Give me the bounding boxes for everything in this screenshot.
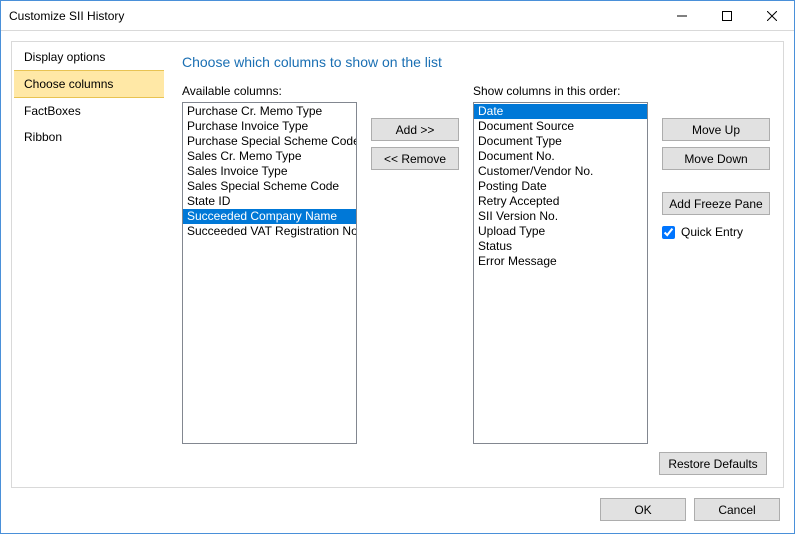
list-item[interactable]: Sales Cr. Memo Type bbox=[183, 149, 356, 164]
dialog-window: Customize SII History Display optionsCho… bbox=[0, 0, 795, 534]
ok-button[interactable]: OK bbox=[600, 498, 686, 521]
main-panel: Display optionsChoose columnsFactBoxesRi… bbox=[11, 41, 784, 488]
list-item[interactable]: Error Message bbox=[474, 254, 647, 269]
shown-columns-list[interactable]: DateDocument SourceDocument TypeDocument… bbox=[473, 102, 648, 444]
list-item[interactable]: Retry Accepted bbox=[474, 194, 647, 209]
list-item[interactable]: State ID bbox=[183, 194, 356, 209]
maximize-icon bbox=[722, 11, 732, 21]
content-area: Choose which columns to show on the list… bbox=[164, 44, 781, 485]
titlebar: Customize SII History bbox=[1, 1, 794, 31]
list-item[interactable]: Sales Invoice Type bbox=[183, 164, 356, 179]
list-item[interactable]: SII Version No. bbox=[474, 209, 647, 224]
close-icon bbox=[767, 11, 777, 21]
list-item[interactable]: Customer/Vendor No. bbox=[474, 164, 647, 179]
sidebar: Display optionsChoose columnsFactBoxesRi… bbox=[14, 44, 164, 485]
quick-entry-label: Quick Entry bbox=[681, 225, 743, 239]
window-title: Customize SII History bbox=[9, 9, 659, 23]
list-item[interactable]: Sales Special Scheme Code bbox=[183, 179, 356, 194]
dialog-buttons: OK Cancel bbox=[11, 488, 784, 523]
move-up-button[interactable]: Move Up bbox=[662, 118, 770, 141]
reorder-buttons: Move Up Move Down Add Freeze Pane Quick … bbox=[662, 84, 770, 444]
list-item[interactable]: Document Source bbox=[474, 119, 647, 134]
sidebar-item[interactable]: Display options bbox=[14, 44, 164, 70]
cancel-button[interactable]: Cancel bbox=[694, 498, 780, 521]
list-item[interactable]: Succeeded VAT Registration No. bbox=[183, 224, 356, 239]
list-item[interactable]: Date bbox=[474, 104, 647, 119]
list-item[interactable]: Purchase Special Scheme Code bbox=[183, 134, 356, 149]
client-area: Display optionsChoose columnsFactBoxesRi… bbox=[1, 31, 794, 533]
add-remove-buttons: Add >> << Remove bbox=[371, 84, 459, 444]
list-item[interactable]: Posting Date bbox=[474, 179, 647, 194]
maximize-button[interactable] bbox=[704, 1, 749, 30]
minimize-icon bbox=[677, 11, 687, 21]
restore-row: Restore Defaults bbox=[182, 444, 771, 479]
list-item[interactable]: Upload Type bbox=[474, 224, 647, 239]
shown-columns-label: Show columns in this order: bbox=[473, 84, 648, 98]
minimize-button[interactable] bbox=[659, 1, 704, 30]
sidebar-item[interactable]: Choose columns bbox=[14, 70, 164, 98]
sidebar-item[interactable]: FactBoxes bbox=[14, 98, 164, 124]
sidebar-item[interactable]: Ribbon bbox=[14, 124, 164, 150]
list-item[interactable]: Purchase Invoice Type bbox=[183, 119, 356, 134]
remove-button[interactable]: << Remove bbox=[371, 147, 459, 170]
columns-area: Available columns: Purchase Cr. Memo Typ… bbox=[182, 84, 771, 444]
move-down-button[interactable]: Move Down bbox=[662, 147, 770, 170]
available-columns-label: Available columns: bbox=[182, 84, 357, 98]
restore-defaults-button[interactable]: Restore Defaults bbox=[659, 452, 767, 475]
window-controls bbox=[659, 1, 794, 30]
list-item[interactable]: Document Type bbox=[474, 134, 647, 149]
content-heading: Choose which columns to show on the list bbox=[182, 54, 771, 70]
quick-entry-control[interactable]: Quick Entry bbox=[662, 225, 743, 239]
list-item[interactable]: Status bbox=[474, 239, 647, 254]
quick-entry-checkbox[interactable] bbox=[662, 226, 675, 239]
list-item[interactable]: Document No. bbox=[474, 149, 647, 164]
add-freeze-pane-button[interactable]: Add Freeze Pane bbox=[662, 192, 770, 215]
add-button[interactable]: Add >> bbox=[371, 118, 459, 141]
list-item[interactable]: Succeeded Company Name bbox=[183, 209, 356, 224]
list-item[interactable]: Purchase Cr. Memo Type bbox=[183, 104, 356, 119]
available-columns-list[interactable]: Purchase Cr. Memo TypePurchase Invoice T… bbox=[182, 102, 357, 444]
close-button[interactable] bbox=[749, 1, 794, 30]
